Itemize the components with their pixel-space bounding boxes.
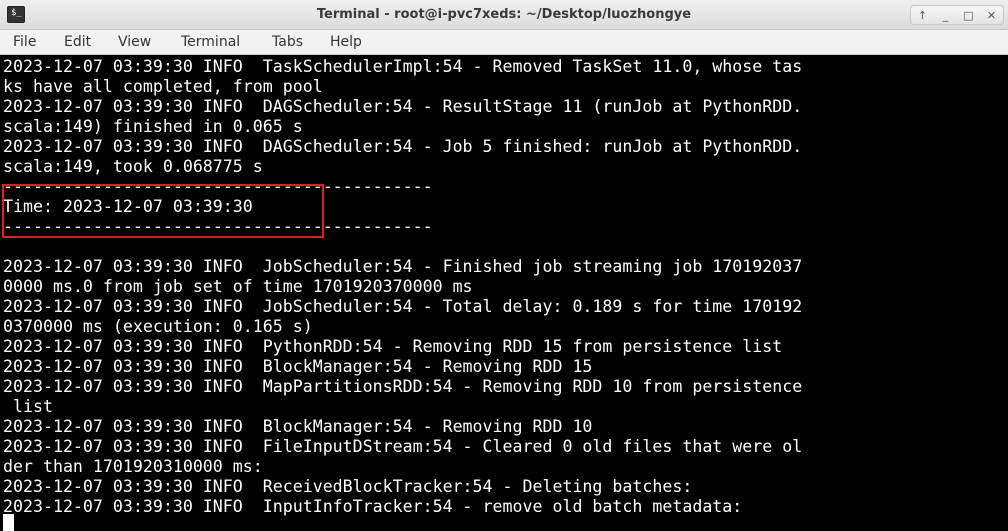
menu-view[interactable]: View (118, 30, 151, 54)
terminal-line: 2023-12-07 03:39:30 INFO MapPartitionsRD… (3, 377, 803, 396)
minimize-icon[interactable]: _ (936, 9, 956, 22)
highlight-box (2, 184, 324, 238)
terminal-line: 2023-12-07 03:39:30 INFO InputInfoTracke… (3, 497, 743, 516)
terminal-line: scala:149) finished in 0.065 s (3, 117, 303, 136)
terminal-line: 2023-12-07 03:39:30 INFO BlockManager:54… (3, 357, 593, 376)
title-bar[interactable]: $_ Terminal - root@i-pvc7xeds: ~/Desktop… (0, 0, 1008, 30)
terminal-line: 2023-12-07 03:39:30 INFO TaskSchedulerIm… (3, 57, 803, 76)
terminal-line: 0000 ms.0 from job set of time 170192037… (3, 277, 473, 296)
terminal-line: list (3, 397, 53, 416)
text-cursor (3, 514, 14, 531)
pin-icon[interactable]: ↑ (913, 9, 933, 22)
terminal-line: 2023-12-07 03:39:30 INFO JobScheduler:54… (3, 257, 803, 276)
window-title: Terminal - root@i-pvc7xeds: ~/Desktop/lu… (316, 7, 692, 22)
window-controls: ↑ _ □ ✕ (910, 5, 1004, 25)
menu-edit[interactable]: Edit (64, 30, 91, 54)
terminal-line: 2023-12-07 03:39:30 INFO PythonRDD:54 - … (3, 337, 783, 356)
terminal-output[interactable]: 2023-12-07 03:39:30 INFO TaskSchedulerIm… (0, 55, 1008, 531)
terminal-line: ks have all completed, from pool (3, 77, 323, 96)
menu-bar: File Edit View Terminal Tabs Help (0, 30, 1008, 55)
terminal-line: 2023-12-07 03:39:30 INFO ReceivedBlockTr… (3, 477, 693, 496)
menu-help[interactable]: Help (330, 30, 362, 54)
terminal-line: 2023-12-07 03:39:30 INFO JobScheduler:54… (3, 297, 803, 316)
menu-tabs[interactable]: Tabs (272, 30, 303, 54)
terminal-line: 2023-12-07 03:39:30 INFO DAGScheduler:54… (3, 137, 803, 156)
terminal-line: 2023-12-07 03:39:30 INFO BlockManager:54… (3, 417, 593, 436)
maximize-icon[interactable]: □ (959, 9, 979, 22)
menu-terminal[interactable]: Terminal (181, 30, 240, 54)
terminal-line: 2023-12-07 03:39:30 INFO FileInputDStrea… (3, 437, 803, 456)
terminal-line: 2023-12-07 03:39:30 INFO DAGScheduler:54… (3, 97, 803, 116)
menu-file[interactable]: File (13, 30, 36, 54)
terminal-window: $_ Terminal - root@i-pvc7xeds: ~/Desktop… (0, 0, 1008, 531)
close-icon[interactable]: ✕ (982, 9, 1002, 22)
terminal-line: scala:149, took 0.068775 s (3, 157, 263, 176)
terminal-line: 0370000 ms (execution: 0.165 s) (3, 317, 313, 336)
terminal-line: der than 1701920310000 ms: (3, 457, 263, 476)
